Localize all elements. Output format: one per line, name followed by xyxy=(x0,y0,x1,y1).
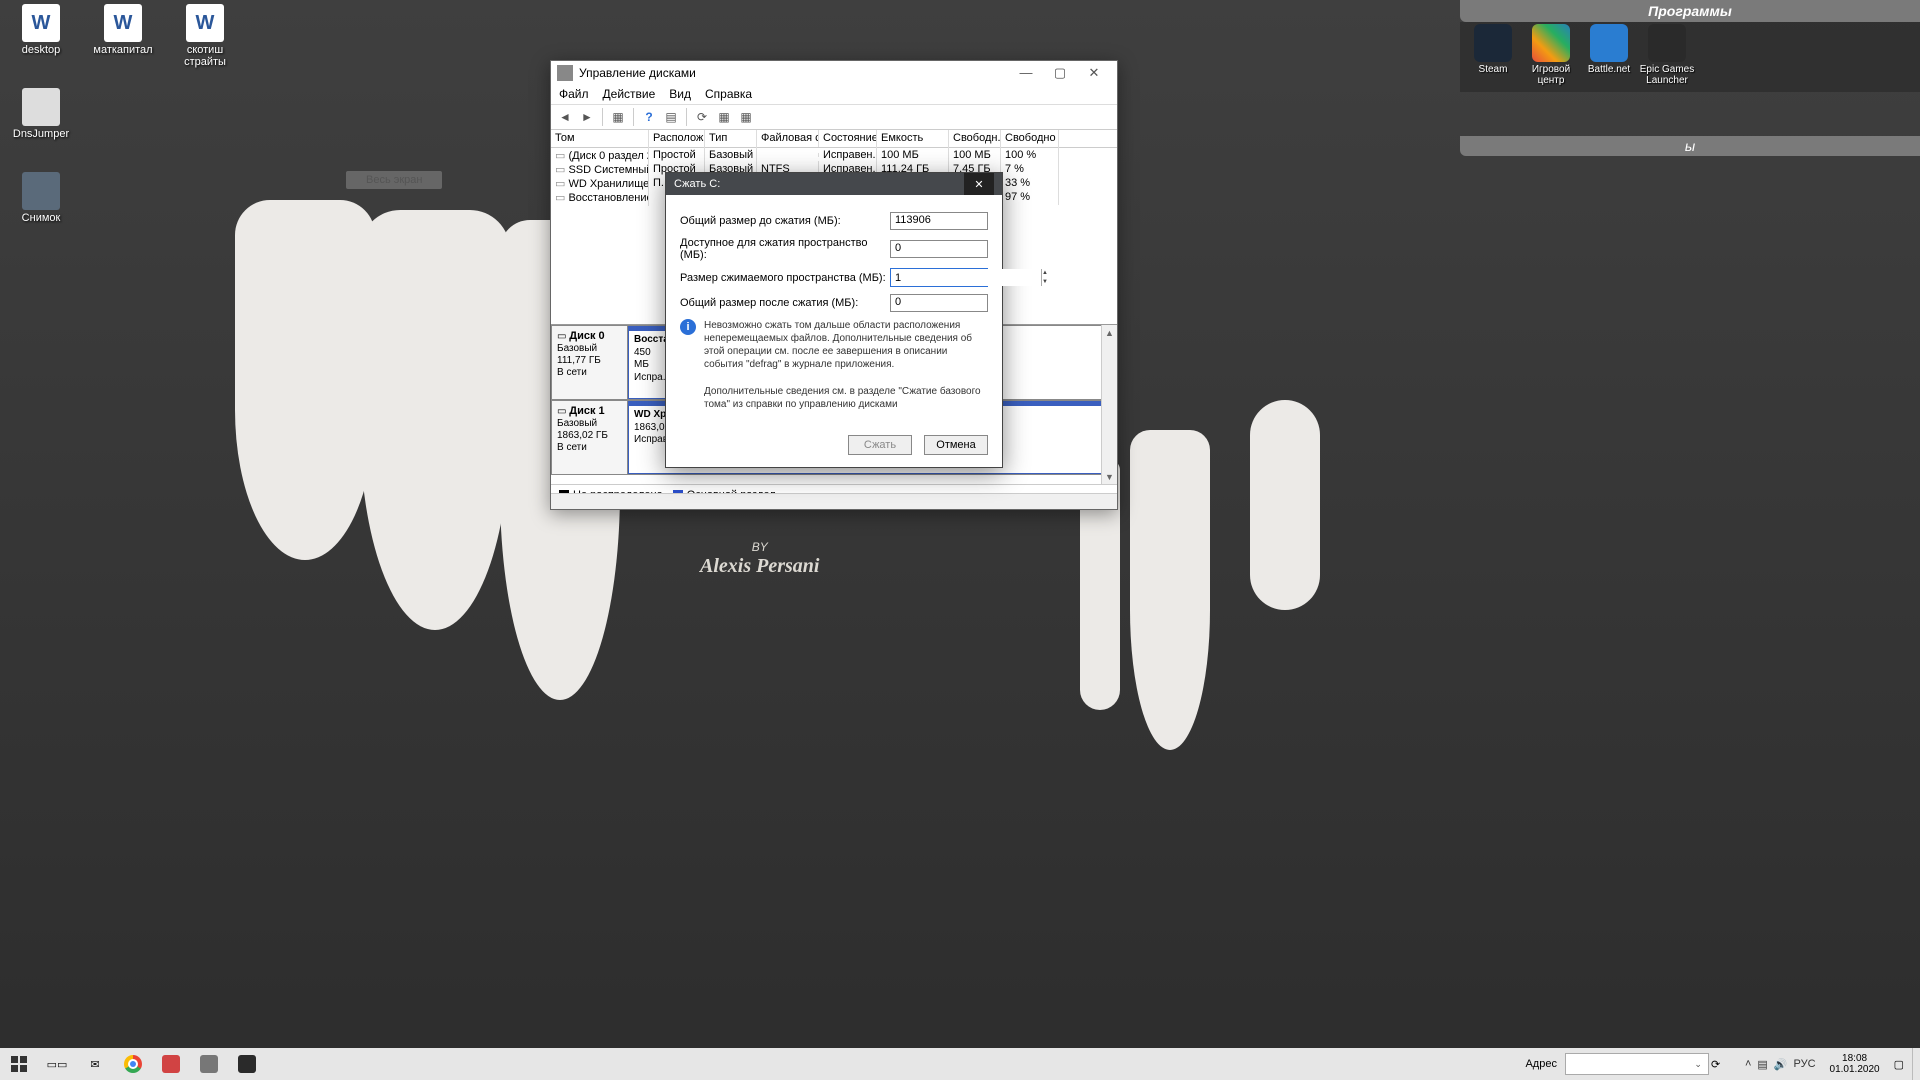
partition-recovery[interactable]: Восста... 450 МБ Испра... xyxy=(628,326,668,399)
show-desktop-button[interactable] xyxy=(1912,1048,1918,1080)
info-text-2: Дополнительные сведения см. в разделе "С… xyxy=(704,385,988,411)
system-tray: ˄ ▤ 🔊 РУС xyxy=(1739,1058,1822,1071)
total-after-label: Общий размер после сжатия (МБ): xyxy=(680,297,890,309)
total-after-value: 0 xyxy=(890,294,988,312)
spin-up-icon[interactable]: ▲ xyxy=(1042,269,1048,278)
shrink-amount-input[interactable]: ▲▼ xyxy=(890,268,988,287)
dock-item-epic[interactable]: Epic Games Launcher xyxy=(1638,24,1696,86)
nav-back-icon[interactable]: ◄ xyxy=(555,107,575,127)
mail-icon[interactable]: ✉ xyxy=(76,1048,114,1080)
task-view-icon[interactable]: ▭▭ xyxy=(38,1048,76,1080)
total-before-value: 113906 xyxy=(890,212,988,230)
available-value: 0 xyxy=(890,240,988,258)
titlebar[interactable]: Управление дисками — ▢ ✕ xyxy=(551,61,1117,84)
toolbar: ◄ ► ▦ ? ▤ ⟳ ▦ ▦ xyxy=(551,104,1117,130)
desktop-icon-desktop[interactable]: desktop xyxy=(5,4,77,56)
window-close[interactable]: ✕ xyxy=(1077,62,1111,84)
menu-action[interactable]: Действие xyxy=(603,87,656,101)
taskbar: ▭▭ ✉ Адрес ⌄ ⟳ ˄ ▤ 🔊 РУС 18:0801.01.2020… xyxy=(0,1048,1920,1080)
language-indicator[interactable]: РУС xyxy=(1794,1058,1816,1070)
screen-overlay-chip: Весь экран xyxy=(346,171,442,189)
menu-view[interactable]: Вид xyxy=(669,87,691,101)
dialog-title: Сжать C: xyxy=(674,178,720,190)
shrink-dialog: Сжать C: ✕ Общий размер до сжатия (МБ):1… xyxy=(665,172,1003,468)
start-button[interactable] xyxy=(0,1048,38,1080)
wallpaper-credit: BY Alexis Persani xyxy=(700,540,819,578)
dock-footer: ы xyxy=(1460,136,1920,156)
total-before-label: Общий размер до сжатия (МБ): xyxy=(680,215,890,227)
scroll-down-icon: ▼ xyxy=(1102,469,1117,484)
cancel-button[interactable]: Отмена xyxy=(924,435,988,455)
address-go-icon[interactable]: ⟳ xyxy=(1711,1058,1737,1071)
toolbar-btn-2[interactable]: ▤ xyxy=(661,107,681,127)
dialog-titlebar[interactable]: Сжать C: ✕ xyxy=(666,173,1002,195)
dock-item-steam[interactable]: Steam xyxy=(1464,24,1522,86)
available-label: Доступное для сжатия пространство (МБ): xyxy=(680,237,890,261)
toolbar-btn-5[interactable]: ▦ xyxy=(736,107,756,127)
shrink-amount-label: Размер сжимаемого пространства (МБ): xyxy=(680,272,890,284)
tray-overflow-icon[interactable]: ˄ xyxy=(1745,1058,1751,1070)
toolbar-btn-4[interactable]: ▦ xyxy=(714,107,734,127)
window-title: Управление дисками xyxy=(579,66,696,80)
disk-info-1: ▭ Диск 1 Базовый 1863,02 ГБ В сети xyxy=(552,401,628,474)
volume-icon[interactable]: 🔊 xyxy=(1774,1058,1788,1071)
taskbar-app-3[interactable] xyxy=(228,1048,266,1080)
network-icon[interactable]: ▤ xyxy=(1757,1058,1767,1071)
dock-title: Программы xyxy=(1460,0,1920,22)
address-label: Адрес xyxy=(1519,1058,1563,1070)
desktop-icon-dnsjumper[interactable]: DnsJumper xyxy=(5,88,77,140)
toolbar-btn-1[interactable]: ▦ xyxy=(608,107,628,127)
app-icon xyxy=(557,65,573,81)
desktop-icon-snapshot[interactable]: Снимок xyxy=(5,172,77,224)
dock-item-game-center[interactable]: Игровой центр xyxy=(1522,24,1580,86)
help-icon[interactable]: ? xyxy=(639,107,659,127)
desktop-icons: desktop DnsJumper Снимок маткапитал скот… xyxy=(5,4,241,224)
address-dropdown-icon[interactable]: ⌄ xyxy=(1690,1059,1706,1070)
window-minimize[interactable]: — xyxy=(1009,62,1043,84)
nav-forward-icon[interactable]: ► xyxy=(577,107,597,127)
spin-down-icon[interactable]: ▼ xyxy=(1042,278,1048,287)
dialog-close[interactable]: ✕ xyxy=(964,173,994,195)
volume-header: Том Располож... Тип Файловая с... Состоя… xyxy=(551,130,1117,148)
disk-info-0: ▭ Диск 0 Базовый 111,77 ГБ В сети xyxy=(552,326,628,399)
shrink-amount-field[interactable] xyxy=(891,269,1041,286)
programs-dock: Программы Steam Игровой центр Battle.net… xyxy=(1460,0,1920,156)
chrome-icon[interactable] xyxy=(114,1048,152,1080)
action-center-icon[interactable]: ▢ xyxy=(1888,1058,1910,1071)
taskbar-app-2[interactable] xyxy=(190,1048,228,1080)
desktop-icon-matkapital[interactable]: маткапитал xyxy=(87,4,159,56)
menu-help[interactable]: Справка xyxy=(705,87,752,101)
gfx-scrollbar[interactable]: ▲ ▼ xyxy=(1101,325,1117,484)
info-text-1: Невозможно сжать том дальше области расп… xyxy=(704,319,988,371)
menubar: Файл Действие Вид Справка xyxy=(551,84,1117,104)
status-bar xyxy=(551,493,1117,509)
taskbar-app-1[interactable] xyxy=(152,1048,190,1080)
menu-file[interactable]: Файл xyxy=(559,87,589,101)
desktop-icon-scottish[interactable]: скотиш страйты xyxy=(169,4,241,68)
toolbar-btn-3[interactable]: ⟳ xyxy=(692,107,712,127)
clock[interactable]: 18:0801.01.2020 xyxy=(1824,1053,1886,1076)
address-input[interactable]: ⌄ xyxy=(1565,1053,1709,1075)
info-icon: i xyxy=(680,319,696,335)
dock-item-battlenet[interactable]: Battle.net xyxy=(1580,24,1638,86)
window-maximize[interactable]: ▢ xyxy=(1043,62,1077,84)
scroll-up-icon: ▲ xyxy=(1102,325,1117,341)
shrink-button[interactable]: Сжать xyxy=(848,435,912,455)
